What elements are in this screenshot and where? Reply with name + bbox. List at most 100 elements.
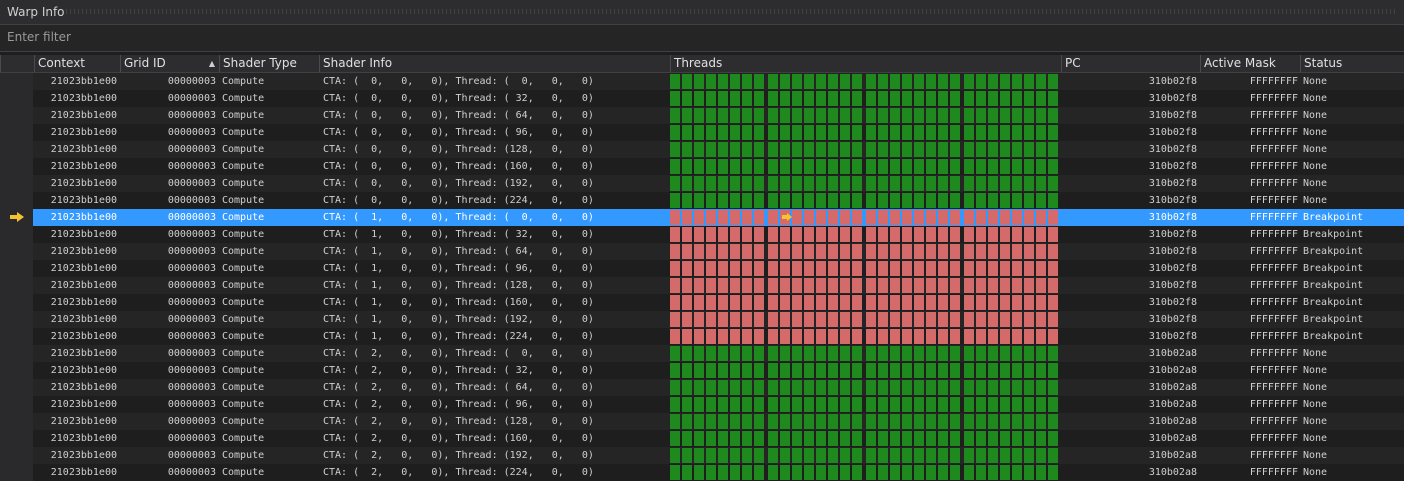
thread-lane[interactable] [804, 244, 814, 259]
thread-lane[interactable] [706, 397, 716, 412]
thread-lane[interactable] [1048, 142, 1058, 157]
thread-lane[interactable] [768, 91, 778, 106]
thread-lane[interactable] [902, 125, 912, 140]
thread-lane[interactable] [938, 431, 948, 446]
thread-lane[interactable] [964, 465, 974, 480]
thread-lane[interactable] [828, 448, 838, 463]
thread-lane[interactable] [964, 159, 974, 174]
thread-lane[interactable] [742, 142, 752, 157]
thread-lane[interactable] [754, 108, 764, 123]
thread-lane[interactable] [682, 278, 692, 293]
thread-lane[interactable] [866, 210, 876, 225]
thread-lane[interactable] [706, 329, 716, 344]
thread-lane[interactable] [1036, 74, 1046, 89]
thread-lane[interactable] [1024, 346, 1034, 361]
thread-lane[interactable] [926, 244, 936, 259]
thread-lane[interactable] [706, 465, 716, 480]
thread-lane[interactable] [1012, 278, 1022, 293]
thread-lane[interactable] [866, 448, 876, 463]
thread-lane[interactable] [804, 159, 814, 174]
thread-lane[interactable] [976, 193, 986, 208]
thread-lane[interactable] [840, 465, 850, 480]
table-row[interactable]: 21023bb1e00 00000003 Compute CTA: ( 1, 0, 0… [0, 311, 1404, 328]
thread-lane[interactable] [1036, 363, 1046, 378]
thread-lane[interactable] [780, 74, 790, 89]
thread-lane[interactable] [938, 210, 948, 225]
thread-lane[interactable] [926, 108, 936, 123]
thread-lane[interactable] [754, 74, 764, 89]
thread-lane[interactable] [1048, 244, 1058, 259]
thread-lane[interactable] [730, 176, 740, 191]
thread-lane[interactable] [988, 125, 998, 140]
thread-lane[interactable] [938, 414, 948, 429]
thread-lane[interactable] [964, 278, 974, 293]
thread-lane[interactable] [914, 414, 924, 429]
thread-lane[interactable] [742, 244, 752, 259]
thread-lane[interactable] [1024, 261, 1034, 276]
thread-lane[interactable] [754, 431, 764, 446]
thread-lane[interactable] [866, 74, 876, 89]
thread-lane[interactable] [670, 431, 680, 446]
thread-lane[interactable] [742, 261, 752, 276]
thread-lane[interactable] [1036, 176, 1046, 191]
thread-lane[interactable] [706, 125, 716, 140]
thread-lane[interactable] [1000, 125, 1010, 140]
thread-lane[interactable] [828, 210, 838, 225]
thread-lane[interactable] [754, 91, 764, 106]
thread-lane[interactable] [682, 193, 692, 208]
thread-lane[interactable] [718, 448, 728, 463]
thread-lane[interactable] [682, 346, 692, 361]
thread-lane[interactable] [694, 108, 704, 123]
thread-lane[interactable] [964, 193, 974, 208]
thread-lane[interactable] [852, 74, 862, 89]
thread-lane[interactable] [902, 261, 912, 276]
thread-lane[interactable] [718, 210, 728, 225]
thread-lane[interactable] [890, 380, 900, 395]
header-threads[interactable]: Threads [670, 55, 1061, 72]
thread-lane[interactable] [890, 346, 900, 361]
titlebar-grip[interactable] [66, 9, 1398, 14]
thread-lane[interactable] [792, 431, 802, 446]
thread-lane[interactable] [938, 295, 948, 310]
thread-lane[interactable] [670, 125, 680, 140]
thread-lane[interactable] [976, 227, 986, 242]
thread-lane[interactable] [730, 261, 740, 276]
thread-lane[interactable] [852, 244, 862, 259]
thread-lane[interactable] [792, 244, 802, 259]
thread-lane[interactable] [804, 278, 814, 293]
thread-lane[interactable] [902, 448, 912, 463]
thread-lane[interactable] [1048, 278, 1058, 293]
thread-lane[interactable] [976, 397, 986, 412]
thread-lane[interactable] [828, 363, 838, 378]
thread-lane[interactable] [902, 380, 912, 395]
thread-lane[interactable] [718, 465, 728, 480]
thread-lane[interactable] [730, 380, 740, 395]
thread-lane[interactable] [816, 193, 826, 208]
thread-lane[interactable] [878, 108, 888, 123]
thread-lane[interactable] [926, 74, 936, 89]
thread-lane[interactable] [792, 278, 802, 293]
thread-lane[interactable] [840, 176, 850, 191]
thread-lane[interactable] [816, 108, 826, 123]
thread-lane[interactable] [816, 227, 826, 242]
thread-lane[interactable] [926, 312, 936, 327]
thread-lane[interactable] [926, 363, 936, 378]
thread-lane[interactable] [718, 295, 728, 310]
thread-lane[interactable] [670, 465, 680, 480]
header-active-mask[interactable]: Active Mask [1200, 55, 1300, 72]
thread-lane[interactable] [1012, 244, 1022, 259]
thread-lane[interactable] [1024, 329, 1034, 344]
table-row[interactable]: 21023bb1e00 00000003 Compute CTA: ( 2, 0, 0… [0, 396, 1404, 413]
thread-lane[interactable] [682, 329, 692, 344]
thread-lane[interactable] [866, 363, 876, 378]
thread-lane[interactable] [926, 329, 936, 344]
header-pc[interactable]: PC [1061, 55, 1200, 72]
thread-lane[interactable] [768, 346, 778, 361]
thread-lane[interactable] [828, 74, 838, 89]
thread-lane[interactable] [1012, 142, 1022, 157]
thread-lane[interactable] [742, 278, 752, 293]
thread-lane[interactable] [682, 176, 692, 191]
thread-lane[interactable] [670, 278, 680, 293]
thread-lane[interactable] [914, 295, 924, 310]
thread-lane[interactable] [902, 210, 912, 225]
